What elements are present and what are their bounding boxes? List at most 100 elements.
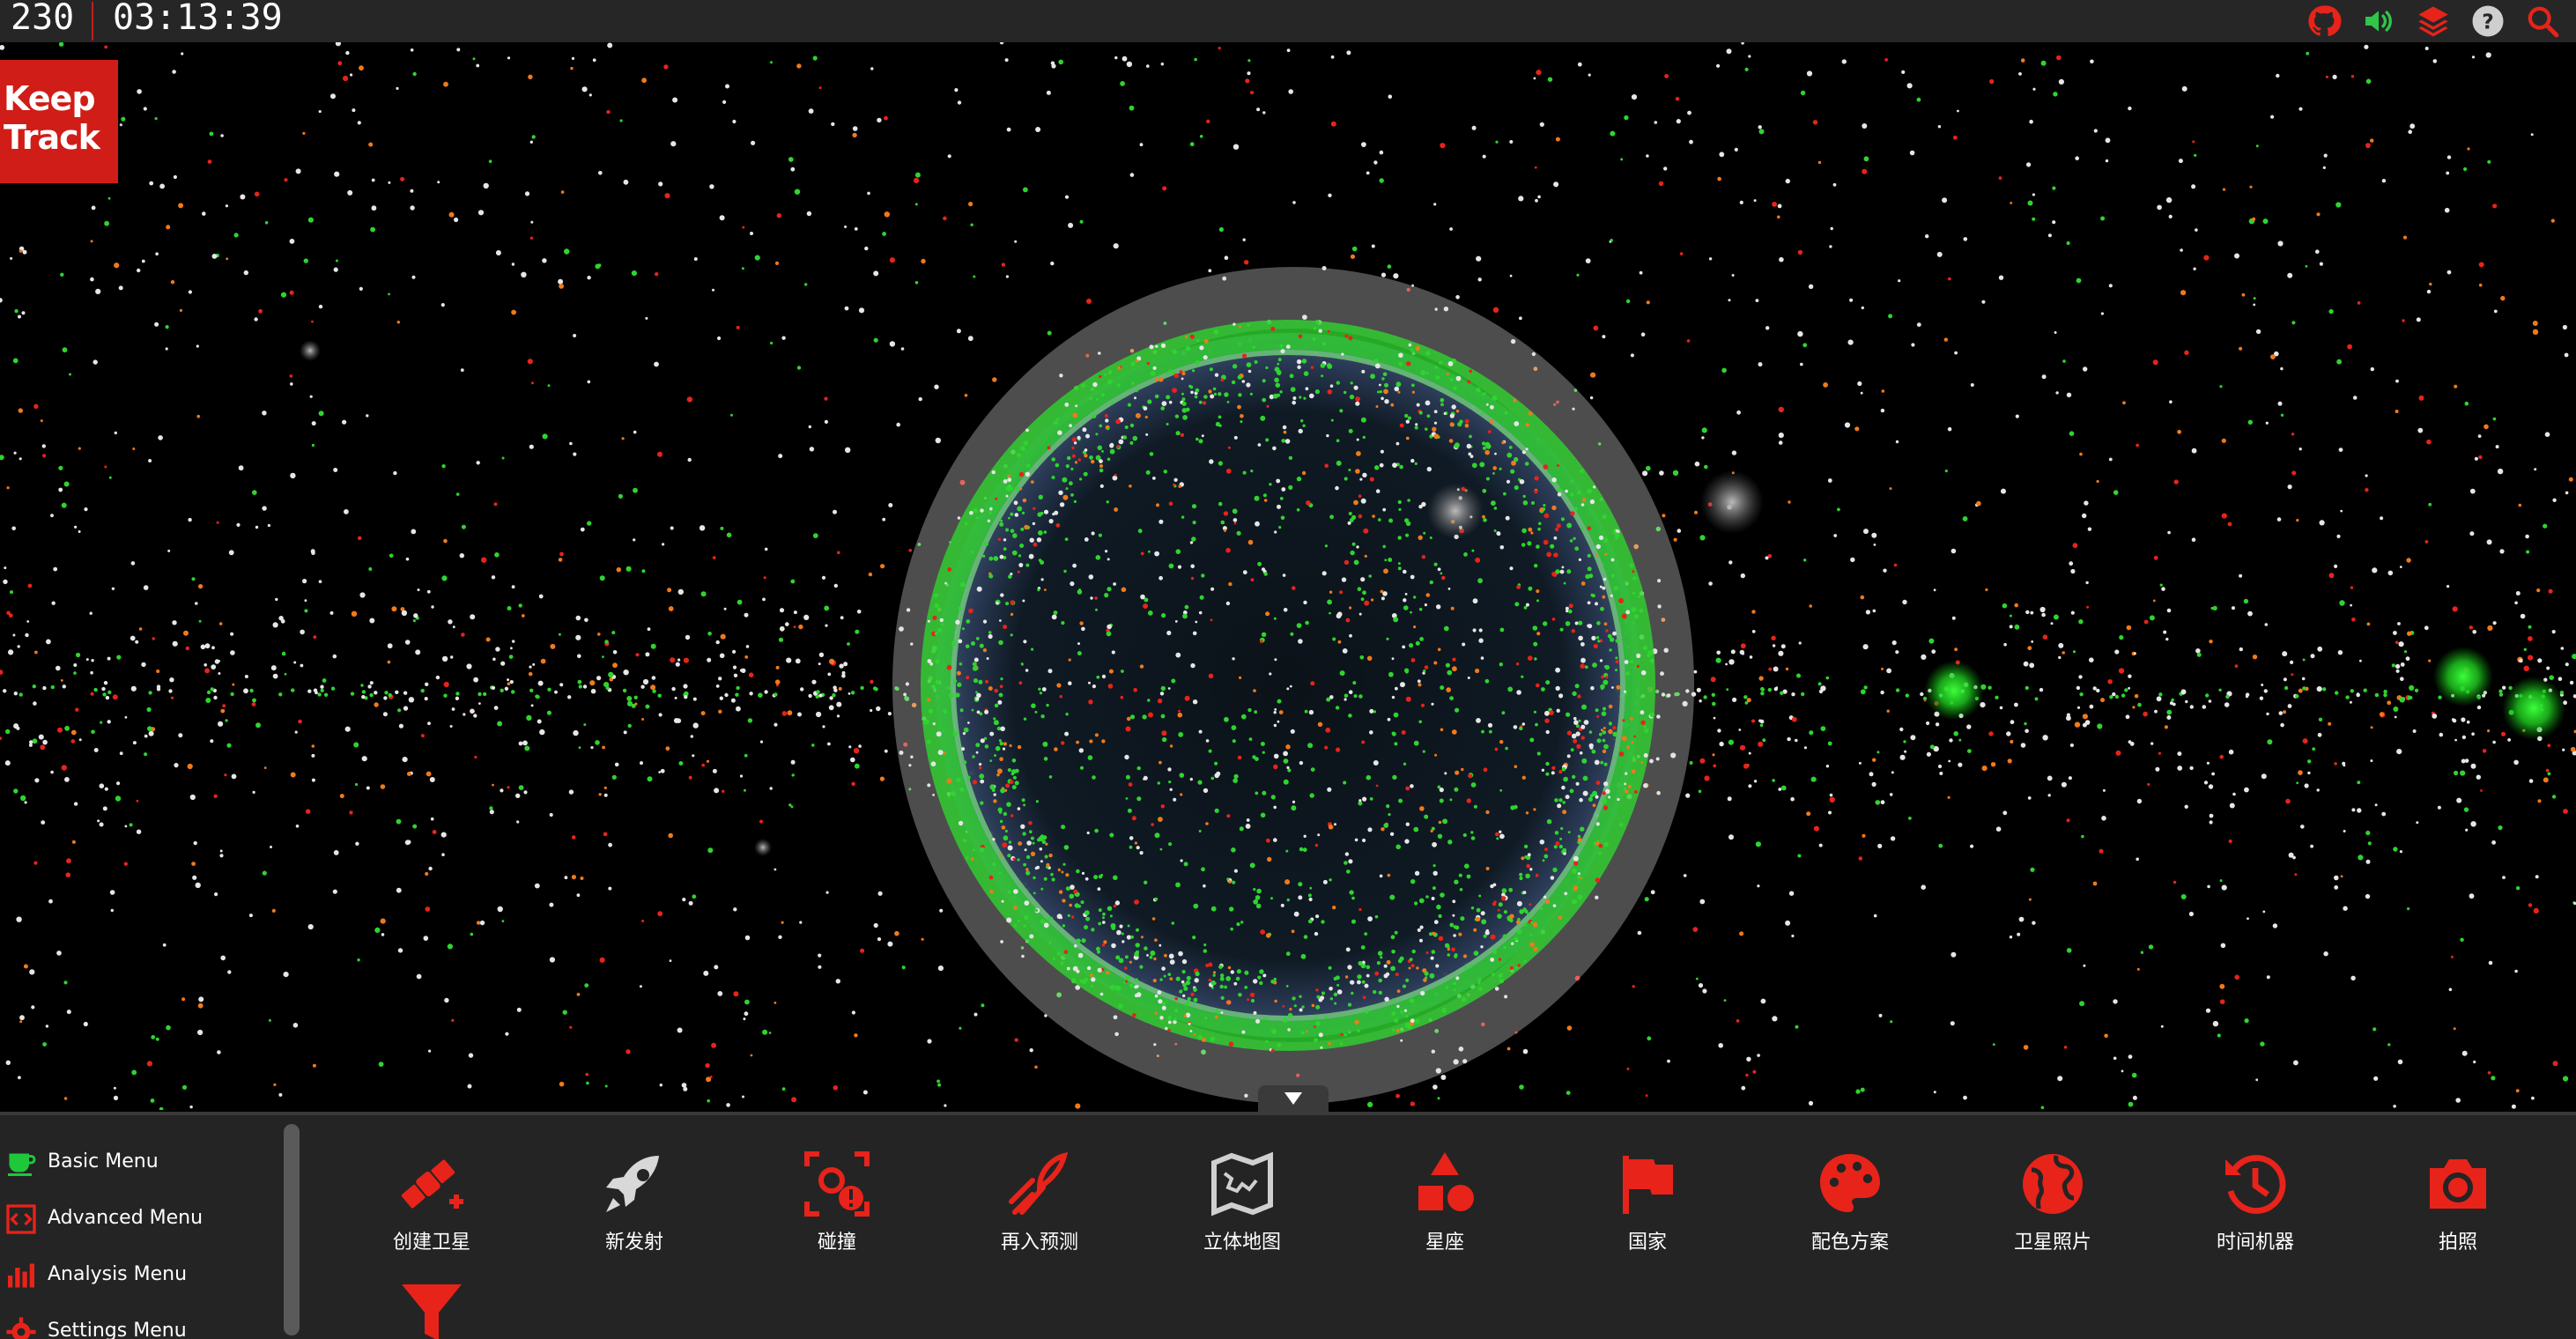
satellite-dot[interactable] <box>1240 714 1247 720</box>
satellite-dot[interactable] <box>1675 97 1680 101</box>
satellite-dot[interactable] <box>388 181 391 184</box>
geo-belt-dot[interactable] <box>42 685 47 691</box>
satellite-dot[interactable] <box>900 347 905 351</box>
satellite-dot[interactable] <box>493 706 499 710</box>
satellite-dot[interactable] <box>1463 966 1468 970</box>
satellite-dot[interactable] <box>658 771 662 773</box>
satellite-dot[interactable] <box>1624 789 1629 794</box>
satellite-dot[interactable] <box>1952 135 1958 140</box>
satellite-dot[interactable] <box>718 709 722 714</box>
satellite-dot[interactable] <box>1388 94 1393 99</box>
satellite-dot[interactable] <box>803 614 810 621</box>
satellite-dot[interactable] <box>530 381 534 385</box>
satellite-dot[interactable] <box>1544 710 1550 716</box>
geo-belt-dot[interactable] <box>420 688 425 693</box>
satellite-dot[interactable] <box>2030 610 2034 615</box>
satellite-dot[interactable] <box>1579 751 1583 755</box>
satellite-dot[interactable] <box>1253 899 1259 905</box>
satellite-dot[interactable] <box>981 1003 985 1008</box>
satellite-dot[interactable] <box>1077 589 1083 595</box>
satellite-dot[interactable] <box>2453 1027 2456 1031</box>
satellite-dot[interactable] <box>1598 852 1602 855</box>
satellite-dot[interactable] <box>1827 478 1832 483</box>
satellite-dot[interactable] <box>596 676 602 681</box>
satellite-dot[interactable] <box>2020 743 2026 748</box>
satellite-dot[interactable] <box>1107 558 1110 561</box>
satellite-dot[interactable] <box>2074 721 2081 728</box>
satellite-dot[interactable] <box>1299 847 1304 852</box>
satellite-dot[interactable] <box>181 997 186 1002</box>
satellite-dot[interactable] <box>1797 330 1803 337</box>
satellite-dot[interactable] <box>1609 648 1612 652</box>
satellite-dot[interactable] <box>1326 433 1329 438</box>
satellite-dot[interactable] <box>165 347 168 351</box>
satellite-dot[interactable] <box>1026 463 1031 468</box>
satellite-dot[interactable] <box>1070 978 1077 984</box>
satellite-dot[interactable] <box>1610 594 1613 597</box>
satellite-dot[interactable] <box>1248 737 1253 741</box>
satellite-dot[interactable] <box>2310 844 2314 848</box>
satellite-dot[interactable] <box>677 588 684 596</box>
geo-belt-dot[interactable] <box>2345 695 2350 699</box>
satellite-dot[interactable] <box>2358 854 2364 861</box>
satellite-dot[interactable] <box>402 757 408 763</box>
satellite-dot[interactable] <box>1325 727 1331 733</box>
satellite-dot[interactable] <box>1030 851 1036 857</box>
satellite-dot[interactable] <box>1081 871 1085 876</box>
satellite-dot[interactable] <box>1008 840 1012 844</box>
satellite-dot[interactable] <box>1744 701 1749 705</box>
satellite-dot[interactable] <box>1003 811 1008 817</box>
satellite-dot[interactable] <box>946 778 952 784</box>
satellite-dot[interactable] <box>197 1002 204 1009</box>
satellite-dot[interactable] <box>1417 679 1421 684</box>
satellite-dot[interactable] <box>1696 687 1701 692</box>
satellite-dot[interactable] <box>1522 500 1529 506</box>
satellite-dot[interactable] <box>597 633 601 636</box>
satellite-dot[interactable] <box>1149 344 1154 350</box>
satellite-dot[interactable] <box>45 1025 49 1028</box>
satellite-dot[interactable] <box>1464 418 1469 424</box>
satellite-dot[interactable] <box>1388 813 1391 817</box>
satellite-dot[interactable] <box>779 625 785 632</box>
satellite-dot[interactable] <box>1381 272 1387 277</box>
satellite-dot[interactable] <box>262 411 267 416</box>
satellite-dot[interactable] <box>1129 845 1133 849</box>
satellite-dot[interactable] <box>1302 847 1307 853</box>
satellite-dot[interactable] <box>1065 487 1069 491</box>
satellite-dot[interactable] <box>626 696 633 701</box>
satellite-dot[interactable] <box>1298 639 1303 644</box>
satellite-dot[interactable] <box>1404 413 1409 418</box>
satellite-dot[interactable] <box>2209 813 2214 818</box>
satellite-dot[interactable] <box>51 601 56 605</box>
satellite-dot[interactable] <box>1247 71 1251 76</box>
satellite-dot[interactable] <box>2343 906 2348 911</box>
satellite-dot[interactable] <box>1357 359 1359 362</box>
satellite-dot[interactable] <box>2252 655 2258 660</box>
satellite-dot[interactable] <box>961 627 965 631</box>
satellite-dot[interactable] <box>2075 156 2079 160</box>
satellite-dot[interactable] <box>2113 490 2119 495</box>
satellite-dot[interactable] <box>1566 730 1573 736</box>
satellite-dot[interactable] <box>1383 388 1388 395</box>
satellite-dot[interactable] <box>1017 858 1020 862</box>
satellite-dot[interactable] <box>2473 1060 2476 1064</box>
satellite-dot[interactable] <box>1899 754 1906 760</box>
satellite-dot[interactable] <box>1551 505 1557 511</box>
satellite-dot[interactable] <box>995 745 1001 751</box>
satellite-dot[interactable] <box>1297 365 1301 369</box>
satellite-dot[interactable] <box>673 718 679 723</box>
satellite-dot[interactable] <box>1455 925 1460 930</box>
satellite-dot[interactable] <box>1408 343 1412 347</box>
satellite-dot[interactable] <box>1067 914 1070 917</box>
satellite-dot[interactable] <box>1168 563 1174 569</box>
satellite-dot[interactable] <box>1632 985 1635 988</box>
satellite-dot[interactable] <box>2261 684 2264 686</box>
satellite-dot[interactable] <box>1392 774 1397 780</box>
satellite-dot[interactable] <box>1161 1005 1166 1010</box>
satellite-dot[interactable] <box>1192 521 1196 525</box>
satellite-dot[interactable] <box>1450 606 1455 610</box>
satellite-dot[interactable] <box>1175 882 1181 888</box>
satellite-dot[interactable] <box>232 683 235 686</box>
satellite-dot[interactable] <box>70 729 77 736</box>
satellite-dot[interactable] <box>1350 381 1353 385</box>
